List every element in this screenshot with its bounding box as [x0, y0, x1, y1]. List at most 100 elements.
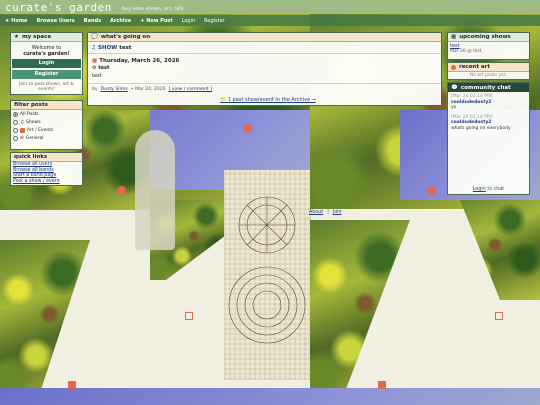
- chat-title: community chat: [460, 84, 511, 91]
- post-date-row: ▦ Thursday, March 26, 2026: [88, 54, 441, 64]
- chat-text: whats going on everybody: [451, 125, 511, 131]
- login-button[interactable]: Login: [12, 59, 81, 68]
- chat-text: yo: [451, 105, 457, 110]
- decorative-dot: [427, 186, 436, 195]
- site-header: curate's garden bay area shows, art, tal…: [0, 0, 540, 14]
- filter-title: filter posts: [14, 102, 48, 108]
- chat-login-prompt: Login to chat: [448, 187, 529, 192]
- decorative-square: [378, 381, 386, 389]
- post-meta: by Dusty Slims • Mar 24, 2026 [ view / c…: [88, 83, 441, 95]
- my-space-header: ★ my space: [11, 33, 82, 42]
- post-type: SHOW: [97, 45, 118, 51]
- decorative-dot: [117, 186, 126, 195]
- filter-option-label: All Posts: [20, 111, 39, 117]
- main-title: what's going on: [100, 34, 151, 40]
- venue-icon: ⚙: [92, 65, 97, 71]
- filter-option-label: General: [25, 135, 44, 141]
- chat-login-suffix: to chat: [487, 187, 505, 192]
- chat-message: [Mar 24 02:14 PM] cooldudedusty2 yo: [448, 92, 529, 113]
- shadow-figure: [135, 130, 175, 250]
- by-label: by: [92, 87, 98, 92]
- view-comment-link[interactable]: [ view / comment ]: [169, 87, 212, 92]
- post-author-link[interactable]: Dusty Slims: [101, 87, 128, 92]
- recent-art-title: recent art: [459, 64, 490, 70]
- site-title[interactable]: curate's garden: [5, 1, 112, 14]
- quick-links-header: quick links: [11, 153, 82, 162]
- quick-links-panel: quick links Browse all users Browse all …: [10, 152, 83, 186]
- radio-selected-icon[interactable]: [13, 111, 18, 117]
- my-space-panel: ★ my space Welcome to curate's garden! L…: [10, 32, 83, 95]
- quick-link-post-show[interactable]: Post a show / event: [11, 179, 82, 185]
- footer-separator: |: [327, 210, 329, 215]
- upcoming-header: ▦ upcoming shows: [448, 33, 529, 42]
- recent-art-header: recent art: [448, 63, 529, 72]
- filter-option-art[interactable]: Art / Events: [11, 126, 82, 134]
- filter-option-general[interactable]: ✉ General: [11, 134, 82, 142]
- post-heading[interactable]: ♫ SHOW test: [88, 42, 441, 54]
- my-space-title: my space: [21, 34, 52, 40]
- speech-bubble-icon: ✉: [20, 135, 24, 141]
- filter-option-label: Shows: [26, 119, 41, 125]
- community-chat-panel: 💬 community chat [Mar 24 02:14 PM] coold…: [447, 82, 530, 195]
- filter-option-shows[interactable]: ♫ Shows: [11, 118, 82, 126]
- post-venue-text: test: [98, 65, 110, 71]
- radio-icon[interactable]: [13, 119, 18, 125]
- mosaic-art: [224, 170, 311, 380]
- archive-link[interactable]: 📁 1 past show/event in the Archive →: [220, 97, 316, 103]
- post-title[interactable]: test: [119, 45, 131, 51]
- nav-home[interactable]: ★ Home: [5, 18, 27, 24]
- recent-art-panel: recent art No art posts yet.: [447, 62, 530, 80]
- welcome-text: Welcome to curate's garden!: [11, 45, 82, 57]
- chat-time: [Mar 24 02:14 PM]: [451, 94, 493, 99]
- chat-message: [Mar 24 02:14 PM] cooldudedusty2 whats g…: [448, 113, 529, 134]
- filter-panel: filter posts All Posts ♫ Shows Art / Eve…: [10, 100, 83, 150]
- folder-icon: 📁: [220, 97, 227, 103]
- nav-new-post[interactable]: + New Post: [140, 18, 172, 24]
- quick-links-title: quick links: [14, 154, 48, 160]
- music-icon: ♫: [20, 119, 25, 125]
- join-note: Join to post shows, art & events!: [19, 82, 74, 92]
- footer-links: About | Join: [309, 210, 342, 215]
- footer-join-link[interactable]: Join: [333, 210, 342, 215]
- chat-user[interactable]: cooldudedusty2: [451, 100, 491, 105]
- register-button[interactable]: Register: [12, 70, 81, 79]
- upcoming-title: upcoming shows: [459, 34, 511, 40]
- main-feed-panel: 💬 what's going on ♫ SHOW test ▦ Thursday…: [87, 32, 442, 106]
- palette-icon: [20, 127, 25, 133]
- music-note-icon: ♫: [91, 45, 96, 51]
- chat-time: [Mar 24 02:14 PM]: [451, 114, 493, 120]
- main-header: 💬 what's going on: [88, 33, 441, 42]
- post-body: test: [92, 73, 102, 79]
- nav-login[interactable]: Login: [182, 18, 196, 24]
- calendar-icon: ▦: [451, 34, 457, 40]
- palette-icon: [451, 64, 456, 70]
- upcoming-show-meta: Mar 26 @ test: [450, 49, 482, 54]
- upcoming-shows-panel: ▦ upcoming shows test Mar 26 @ test: [447, 32, 530, 60]
- post-venue: ⚙ test: [88, 64, 441, 72]
- filter-option-label: Art / Events: [27, 127, 54, 133]
- footer-about-link[interactable]: About: [309, 210, 323, 215]
- nav-archive[interactable]: Archive: [110, 18, 131, 24]
- decorative-square: [495, 312, 503, 320]
- nav-bands[interactable]: Bands: [84, 18, 101, 24]
- chat-login-link[interactable]: Login: [473, 187, 486, 192]
- radio-icon[interactable]: [13, 127, 18, 133]
- decorative-square: [68, 381, 76, 389]
- recent-art-empty: No art posts yet.: [469, 73, 508, 78]
- sky-strip: [0, 388, 540, 405]
- calendar-icon: ▦: [92, 58, 98, 64]
- main-nav: ★ Home Browse Users Bands Archive + New …: [0, 15, 540, 26]
- chat-header: 💬 community chat: [448, 83, 529, 92]
- nav-browse-users[interactable]: Browse Users: [36, 18, 74, 24]
- star-icon: ★: [14, 34, 19, 40]
- archive-link-text[interactable]: 1 past show/event in the Archive →: [228, 97, 316, 103]
- radio-icon[interactable]: [13, 135, 18, 141]
- chat-user[interactable]: cooldudedusty2: [451, 120, 491, 125]
- welcome-site-name: curate's garden!: [23, 51, 70, 57]
- decorative-square: [185, 312, 193, 320]
- post-date: Thursday, March 26, 2026: [99, 58, 180, 64]
- filter-option-all[interactable]: All Posts: [11, 110, 82, 118]
- decorative-dot: [243, 124, 252, 133]
- filter-header: filter posts: [11, 101, 82, 110]
- nav-register[interactable]: Register: [204, 18, 225, 24]
